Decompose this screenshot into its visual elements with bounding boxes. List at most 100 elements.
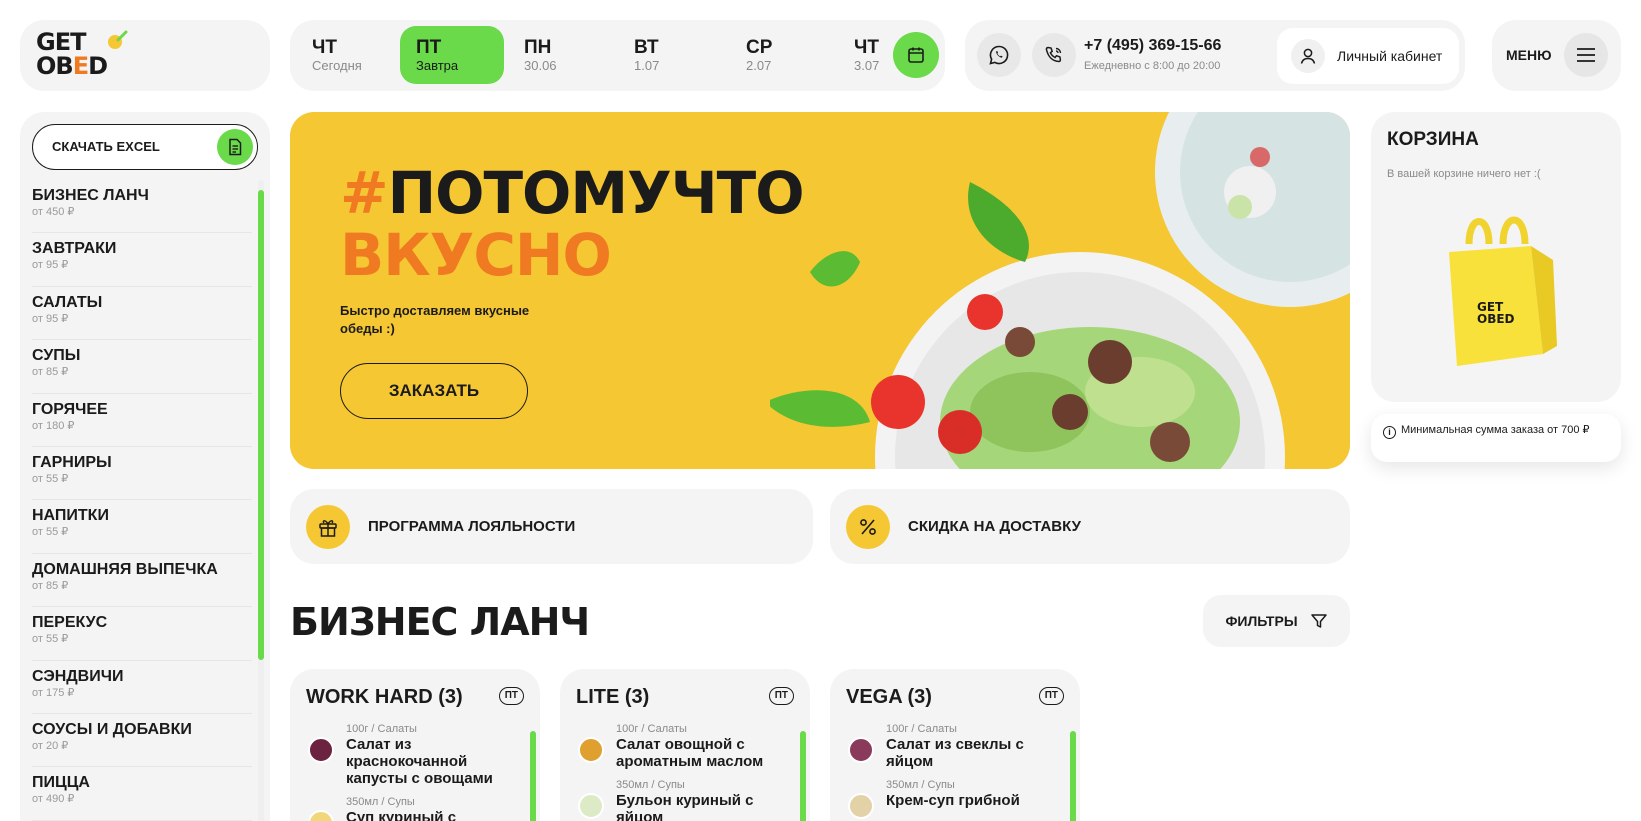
logo[interactable]: GET OBED xyxy=(20,20,270,91)
product-title: LITE (3) xyxy=(576,686,650,708)
day-tab[interactable]: ПН 30.06 xyxy=(508,26,612,84)
day-date: Завтра xyxy=(416,58,459,73)
day-name: ПТ xyxy=(416,37,442,58)
category-item-pizza[interactable]: ПИЦЦА от 490 ₽ xyxy=(32,767,252,821)
dish-meta: 100г / Салаты xyxy=(346,723,417,735)
dish-name: Салат овощной с ароматным маслом xyxy=(616,736,764,770)
avatar xyxy=(1291,39,1325,73)
category-price: от 490 ₽ xyxy=(32,793,75,806)
day-badge: ПТ xyxy=(498,687,524,705)
whatsapp-button[interactable] xyxy=(977,33,1021,77)
filters-button[interactable]: ФИЛЬТРЫ xyxy=(1203,595,1350,647)
hamburger-icon xyxy=(1577,48,1595,62)
discount-label: СКИДКА НА ДОСТАВКУ xyxy=(908,518,1081,535)
dish-meta: 350мл / Супы xyxy=(886,779,955,791)
day-date: 30.06 xyxy=(524,58,557,73)
dish-thumbnail xyxy=(308,810,334,821)
category-price: от 20 ₽ xyxy=(32,739,69,752)
category-item-garnishes[interactable]: ГАРНИРЫ от 55 ₽ xyxy=(32,447,252,501)
call-button[interactable] xyxy=(1032,33,1076,77)
section-title: БИЗНЕС ЛАНЧ xyxy=(290,600,590,644)
day-tab[interactable]: ЧТ Сегодня xyxy=(296,26,400,84)
info-icon: i xyxy=(1383,426,1396,439)
gift-icon xyxy=(306,504,350,549)
whatsapp-icon xyxy=(989,45,1009,65)
min-order-text: Минимальная сумма заказа от 700 ₽ xyxy=(1401,424,1590,436)
menu-panel[interactable]: МЕНЮ xyxy=(1492,20,1621,91)
delivery-discount-card[interactable]: СКИДКА НА ДОСТАВКУ xyxy=(830,489,1350,564)
dish-name: Суп куриный с xyxy=(346,809,457,821)
user-icon xyxy=(1300,48,1316,64)
card-scrollbar[interactable] xyxy=(530,731,536,821)
day-name: ЧТ xyxy=(312,37,337,58)
day-tab[interactable]: ВТ 1.07 xyxy=(618,26,722,84)
category-item-pastry[interactable]: ДОМАШНЯЯ ВЫПЕЧКА от 85 ₽ xyxy=(32,554,252,608)
min-order-notice: i Минимальная сумма заказа от 700 ₽ xyxy=(1371,414,1621,462)
product-card-vega[interactable]: VEGA (3) ПТ 100г / Салаты Салат из свекл… xyxy=(830,669,1080,821)
dish-meta: 350мл / Супы xyxy=(346,796,415,808)
svg-text:OBED: OBED xyxy=(1477,312,1515,326)
leaf-icon xyxy=(108,30,128,49)
calendar-button[interactable] xyxy=(893,32,939,78)
dish-thumbnail xyxy=(848,737,874,763)
phone-number[interactable]: +7 (495) 369-15-66 xyxy=(1084,37,1221,55)
category-name: ГАРНИРЫ xyxy=(32,453,112,471)
dish-meta: 100г / Салаты xyxy=(886,723,957,735)
day-date: 2.07 xyxy=(746,58,772,73)
category-list: БИЗНЕС ЛАНЧ от 450 ₽ ЗАВТРАКИ от 95 ₽ САЛА… xyxy=(32,180,252,821)
category-price: от 95 ₽ xyxy=(32,259,69,272)
category-name: САЛАТЫ xyxy=(32,293,103,311)
category-price: от 85 ₽ xyxy=(32,579,69,592)
category-price: от 95 ₽ xyxy=(32,312,69,325)
day-badge: ПТ xyxy=(1038,687,1064,705)
category-item-hot[interactable]: ГОРЯЧЕЕ от 180 ₽ xyxy=(32,394,252,447)
dish-name: Салат из свеклы с яйцом xyxy=(886,736,1024,770)
product-card-work-hard[interactable]: WORK HARD (3) ПТ 100г / Салаты Салат из … xyxy=(290,669,540,821)
category-item-sandwiches[interactable]: СЭНДВИЧИ от 175 ₽ xyxy=(32,661,252,714)
filters-label: ФИЛЬТРЫ xyxy=(1225,613,1298,629)
account-label: Личный кабинет xyxy=(1337,48,1443,64)
category-item-business-lunch[interactable]: БИЗНЕС ЛАНЧ от 450 ₽ xyxy=(32,180,252,234)
category-item-breakfast[interactable]: ЗАВТРАКИ от 95 ₽ xyxy=(32,233,252,287)
menu-button[interactable] xyxy=(1564,33,1608,77)
dish-name: Бульон куриный с яйцом xyxy=(616,792,754,821)
dish-name: Крем-суп грибной xyxy=(886,792,1020,809)
product-card-lite[interactable]: LITE (3) ПТ 100г / Салаты Салат овощной … xyxy=(560,669,810,821)
card-scrollbar[interactable] xyxy=(800,731,806,821)
loyalty-program-card[interactable]: ПРОГРАММА ЛОЯЛЬНОСТИ xyxy=(290,489,813,564)
card-scrollbar[interactable] xyxy=(1070,731,1076,821)
category-item-soups[interactable]: СУПЫ от 85 ₽ xyxy=(32,340,252,394)
category-item-snack[interactable]: ПЕРЕКУС от 55 ₽ xyxy=(32,607,252,661)
day-tab[interactable]: СР 2.07 xyxy=(730,26,834,84)
category-price: от 85 ₽ xyxy=(32,366,69,379)
category-item-drinks[interactable]: НАПИТКИ от 55 ₽ xyxy=(32,500,252,554)
phone-icon xyxy=(1045,46,1062,63)
category-name: ПЕРЕКУС xyxy=(32,614,108,632)
category-name: БИЗНЕС ЛАНЧ xyxy=(32,187,149,204)
category-name: ПИЦЦА xyxy=(32,774,90,792)
loyalty-label: ПРОГРАММА ЛОЯЛЬНОСТИ xyxy=(368,518,576,535)
hero-title: #ПОТОМУЧТО ВКУСНО xyxy=(340,159,804,289)
cart-panel: КОРЗИНА В вашей корзине ничего нет :( GE… xyxy=(1371,112,1621,402)
category-sidebar: СКАЧАТЬ EXCEL БИЗНЕС ЛАНЧ от 450 ₽ ЗАВТРА… xyxy=(20,112,270,821)
cart-empty-message: В вашей корзине ничего нет :( xyxy=(1387,168,1541,180)
calendar-icon xyxy=(908,47,924,63)
category-item-sauces[interactable]: СОУСЫ И ДОБАВКИ от 20 ₽ xyxy=(32,714,252,768)
download-excel-button[interactable]: СКАЧАТЬ EXCEL xyxy=(32,124,258,170)
day-tab-active[interactable]: ПТ Завтра xyxy=(400,26,504,84)
salad-plate-image xyxy=(770,112,1350,469)
filter-icon xyxy=(1310,614,1327,628)
order-button[interactable]: ЗАКАЗАТЬ xyxy=(340,363,528,419)
sidebar-scrollbar-thumb[interactable] xyxy=(258,190,264,660)
dish-thumbnail xyxy=(578,793,604,819)
category-price: от 450 ₽ xyxy=(32,206,75,218)
account-button[interactable]: Личный кабинет xyxy=(1277,28,1459,84)
dish-thumbnail xyxy=(578,737,604,763)
category-name: СОУСЫ И ДОБАВКИ xyxy=(32,720,192,738)
category-name: НАПИТКИ xyxy=(32,507,109,525)
hero-banner: #ПОТОМУЧТО ВКУСНО Быстро доставляем вкус… xyxy=(290,112,1350,469)
category-item-salads[interactable]: САЛАТЫ от 95 ₽ xyxy=(32,287,252,341)
category-price: от 180 ₽ xyxy=(32,419,75,432)
category-name: СЭНДВИЧИ xyxy=(32,667,124,685)
logo-wordmark: GET OBED xyxy=(36,28,108,80)
